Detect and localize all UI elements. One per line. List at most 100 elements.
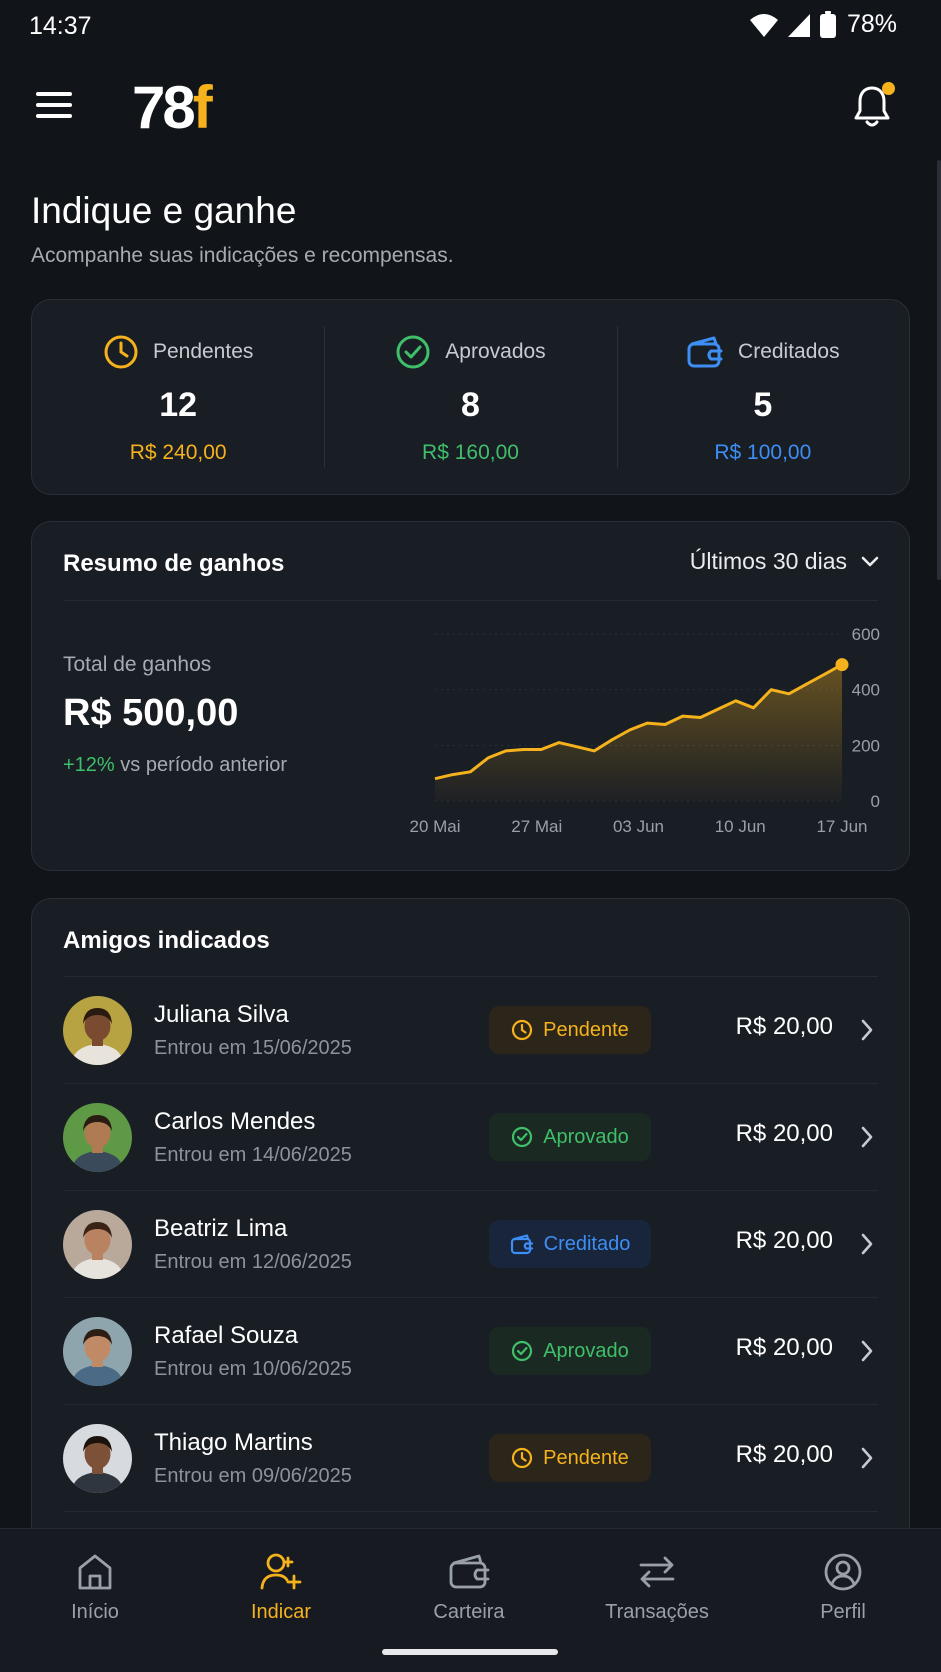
- logo-main: 78: [132, 74, 196, 141]
- avatar: [63, 1103, 132, 1172]
- nav-item-home[interactable]: Início: [20, 1549, 170, 1624]
- nav-item-add-user[interactable]: Indicar: [206, 1549, 356, 1624]
- status-badge: Pendente: [489, 1006, 651, 1054]
- check-circle-icon: [512, 1126, 533, 1148]
- clock-icon: [512, 1447, 533, 1469]
- chevron-right-icon: [861, 1447, 873, 1469]
- stat-amount: R$ 240,00: [129, 441, 227, 464]
- stat-count: 5: [753, 386, 773, 424]
- profile-icon: [768, 1549, 918, 1595]
- friend-join-date: Entrou em 12/06/2025: [154, 1251, 352, 1273]
- x-tick-label: 10 Jun: [715, 817, 766, 836]
- app-logo: 78f: [132, 70, 213, 146]
- friend-name: Thiago Martins: [154, 1429, 313, 1456]
- y-tick-label: 0: [871, 792, 880, 811]
- clock-icon: [104, 335, 138, 369]
- status-label: Creditado: [543, 1232, 631, 1255]
- stat-credited[interactable]: Creditados 5 R$ 100,00: [616, 300, 909, 494]
- friend-row[interactable]: Rafael Souza Entrou em 10/06/2025 Aprova…: [63, 1297, 878, 1404]
- logo-accent: f: [192, 74, 213, 141]
- chevron-right-icon: [861, 1233, 873, 1255]
- growth-value: +12%: [63, 754, 115, 776]
- friend-join-date: Entrou em 09/06/2025: [154, 1465, 352, 1487]
- nav-item-wallet[interactable]: Carteira: [394, 1549, 544, 1624]
- friend-row[interactable]: Carlos Mendes Entrou em 14/06/2025 Aprov…: [63, 1083, 878, 1190]
- friend-join-date: Entrou em 14/06/2025: [154, 1144, 352, 1166]
- status-icons: 78%: [749, 10, 897, 39]
- page-title: Indique e ganhe: [31, 190, 297, 231]
- earnings-chart: 0 200 400 600 20 Mai 27 Mai 03 Jun 10 Jun 17 Jun: [409, 625, 880, 836]
- page-subtitle: Acompanhe suas indicações e recompensas.: [31, 244, 454, 267]
- chevron-right-icon: [861, 1126, 873, 1148]
- add-user-icon: [206, 1549, 356, 1595]
- stat-label: Creditados: [738, 340, 840, 363]
- x-tick-label: 17 Jun: [816, 817, 867, 836]
- friend-name: Juliana Silva: [154, 1001, 289, 1028]
- friend-reward-amount: R$ 20,00: [735, 1120, 833, 1147]
- transfer-icon: [582, 1549, 732, 1595]
- friend-reward-amount: R$ 20,00: [735, 1227, 833, 1254]
- home-icon: [20, 1549, 170, 1595]
- y-tick-label: 400: [852, 681, 880, 700]
- friend-name: Carlos Mendes: [154, 1108, 316, 1135]
- friend-reward-amount: R$ 20,00: [735, 1013, 833, 1040]
- signal-icon: [787, 13, 810, 37]
- avatar: [63, 996, 132, 1065]
- stat-count: 8: [461, 386, 480, 424]
- status-badge: Aprovado: [489, 1113, 651, 1161]
- notifications-button[interactable]: [851, 82, 895, 130]
- nav-label: Carteira: [433, 1601, 505, 1623]
- friend-reward-amount: R$ 20,00: [735, 1441, 833, 1468]
- wifi-icon: [749, 13, 778, 37]
- battery-icon: [819, 10, 836, 38]
- friend-row[interactable]: Beatriz Lima Entrou em 12/06/2025 Credit…: [63, 1190, 878, 1297]
- status-label: Aprovado: [543, 1125, 629, 1148]
- wallet-icon: [510, 1234, 533, 1255]
- earnings-area: [435, 664, 842, 801]
- total-earnings-label: Total de ganhos: [63, 653, 212, 676]
- period-select[interactable]: Últimos 30 dias: [690, 548, 879, 575]
- period-select-label: Últimos 30 dias: [689, 548, 847, 574]
- check-circle-icon: [396, 335, 430, 369]
- notification-dot: [882, 82, 895, 95]
- divider: [63, 600, 878, 601]
- status-label: Pendente: [543, 1446, 629, 1469]
- chevron-right-icon: [861, 1019, 873, 1041]
- status-label: Aprovado: [543, 1339, 629, 1362]
- growth-indicator: +12% vs período anterior: [63, 754, 287, 777]
- clock-icon: [512, 1019, 533, 1041]
- stat-approved[interactable]: Aprovados 8 R$ 160,00: [324, 300, 616, 494]
- status-label: Pendente: [543, 1018, 629, 1041]
- avatar: [63, 1424, 132, 1493]
- chevron-down-icon: [861, 556, 879, 566]
- friend-row[interactable]: Juliana Silva Entrou em 15/06/2025 Pende…: [63, 976, 878, 1083]
- battery-percent: 78%: [846, 10, 897, 38]
- status-bar: 14:37 78%: [0, 0, 941, 54]
- stat-count: 12: [159, 386, 198, 424]
- menu-button[interactable]: [36, 92, 72, 124]
- friends-list: Juliana Silva Entrou em 15/06/2025 Pende…: [63, 976, 878, 1512]
- stat-pending[interactable]: Pendentes 12 R$ 240,00: [32, 300, 324, 494]
- earnings-title: Resumo de ganhos: [63, 550, 285, 577]
- scrollbar[interactable]: [937, 160, 941, 580]
- app-header: 78f: [0, 54, 941, 164]
- stat-label: Pendentes: [152, 340, 254, 363]
- avatar: [63, 1210, 132, 1279]
- stat-amount: R$ 160,00: [422, 441, 519, 464]
- total-earnings-value: R$ 500,00: [63, 692, 239, 734]
- stat-label: Aprovados: [445, 340, 546, 363]
- home-indicator[interactable]: [382, 1649, 558, 1655]
- list-divider: [63, 1511, 878, 1512]
- friend-join-date: Entrou em 10/06/2025: [154, 1358, 352, 1380]
- nav-label: Perfil: [820, 1601, 866, 1623]
- avatar: [63, 1317, 132, 1386]
- friend-join-date: Entrou em 15/06/2025: [154, 1037, 352, 1059]
- chevron-right-icon: [861, 1340, 873, 1362]
- nav-item-transfer[interactable]: Transações: [582, 1549, 732, 1624]
- friend-reward-amount: R$ 20,00: [735, 1334, 833, 1361]
- friends-title: Amigos indicados: [63, 927, 270, 954]
- nav-item-profile[interactable]: Perfil: [768, 1549, 918, 1624]
- status-badge: Creditado: [489, 1220, 651, 1268]
- friend-row[interactable]: Thiago Martins Entrou em 09/06/2025 Pend…: [63, 1404, 878, 1511]
- status-badge: Pendente: [489, 1434, 651, 1482]
